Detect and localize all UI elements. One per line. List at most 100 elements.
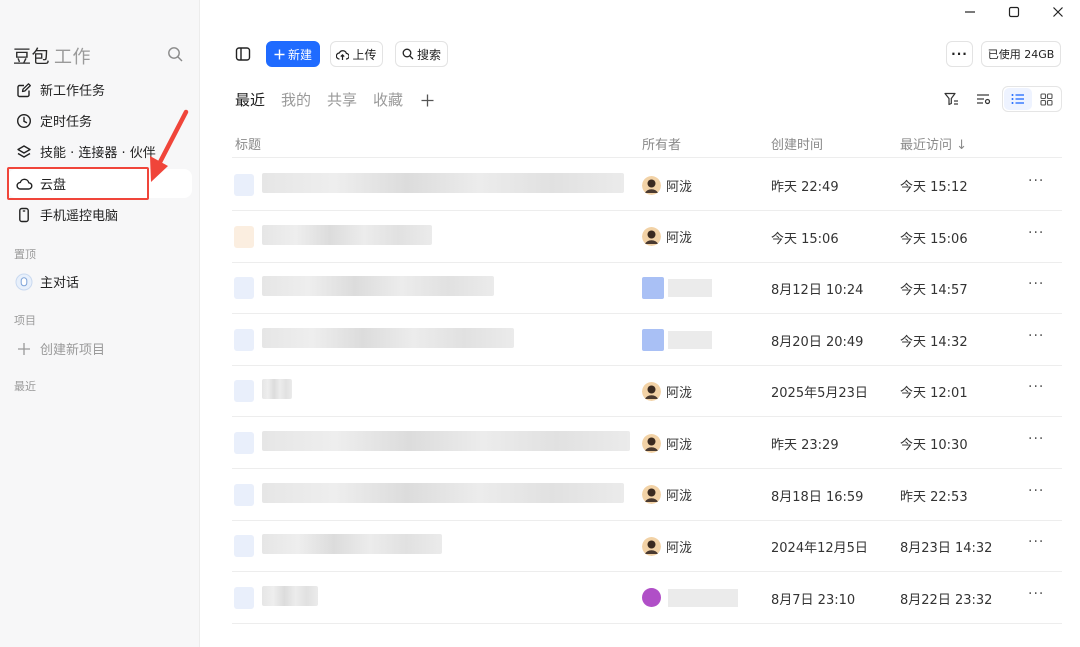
file-icon [234,586,254,609]
sidebar-item-scheduled[interactable]: 定时任务 [8,106,192,135]
column-owner[interactable]: 所有者 [642,134,681,153]
sidebar-search-button[interactable] [167,46,184,67]
column-visited[interactable]: 最近访问 ↓ [900,134,967,153]
column-title[interactable]: 标题 [235,134,261,153]
file-title-redacted[interactable] [262,482,624,503]
table-row[interactable]: 阿泷 今天 15:06 今天 15:06 ··· [232,211,1062,263]
clock-icon [15,112,33,130]
sidebar-item-new-task[interactable]: 新工作任务 [8,75,192,104]
sidebar-item-main-chat[interactable]: 主对话 [8,267,192,296]
sidebar-item-label: 主对话 [40,276,80,291]
recent-section-label: 最近 [14,380,36,393]
storage-usage-badge[interactable]: 已使用 24GB [981,41,1061,67]
row-more-button[interactable]: ··· [1028,328,1044,344]
tab-recent[interactable]: 最近 [235,89,265,110]
row-more-button[interactable]: ··· [1028,483,1044,499]
create-project-button[interactable]: 创建新项目 [8,334,192,363]
tab-mine[interactable]: 我的 [281,89,311,110]
last-visited-time: 昨天 22:53 [900,489,968,505]
sidebar-item-phone-remote[interactable]: 手机遥控电脑 [8,200,192,229]
file-title-redacted[interactable] [262,431,630,451]
row-more-button[interactable]: ··· [1028,379,1044,395]
avatar [642,227,661,247]
last-visited-time: 8月22日 23:32 [900,592,993,608]
row-more-button[interactable]: ··· [1028,534,1044,550]
sidebar-item-cloud-drive[interactable]: 云盘 [8,169,192,198]
file-title-redacted[interactable] [262,585,318,606]
file-title-redacted[interactable] [262,379,292,400]
last-visited-time: 8月23日 14:32 [900,541,993,557]
table-row[interactable]: 阿泷 昨天 22:49 今天 15:12 ··· [232,159,1062,211]
owner-name: 阿泷 [666,179,693,195]
owner-cell: 阿泷 [642,211,692,263]
created-time: 2024年12月5日 [771,541,868,557]
sort-settings-icon [976,94,990,105]
pinned-section-label: 置顶 [14,248,36,261]
owner-cell: 阿泷 [642,417,692,469]
row-more-button[interactable]: ··· [1028,276,1044,292]
file-title-redacted[interactable] [262,173,624,193]
row-more-button[interactable]: ··· [1028,173,1044,189]
owner-name: 阿泷 [666,437,693,453]
sidebar: 豆包 工作 新工作任务 定时任务 技能 · 连接器 · 伙伴 云盘 手机遥控电脑… [0,0,200,647]
last-visited-time: 今天 15:12 [900,180,968,195]
owner-name: 阿泷 [666,231,693,247]
row-more-button[interactable]: ··· [1028,586,1044,602]
row-more-button[interactable]: ··· [1028,431,1044,447]
file-title-redacted[interactable] [262,534,442,555]
filter-icon [943,92,958,106]
storage-usage-label: 已使用 24GB [987,48,1055,61]
list-view-button[interactable] [1004,88,1032,110]
table-row[interactable]: 阿泷 2024年12月5日 8月23日 14:32 ··· [232,520,1062,573]
view-tools [932,86,1062,112]
file-icon [234,483,254,506]
table-row[interactable]: 阿泷 昨天 23:29 今天 10:30 ··· [232,417,1062,469]
upload-icon [336,48,350,61]
toggle-sidebar-button[interactable] [230,41,256,67]
more-options-button[interactable]: ··· [946,41,973,67]
table-row[interactable]: 阿泷 2025年5月23日 今天 12:01 ··· [232,365,1062,418]
file-icon [234,225,254,248]
avatar [642,175,661,195]
layers-icon [15,143,33,161]
column-created[interactable]: 创建时间 [771,134,823,153]
owner-name-redacted [668,279,712,298]
cloud-icon [15,175,33,193]
owner-name-redacted [668,330,712,349]
table-row[interactable]: 8月12日 10:24 今天 14:57 ··· [232,262,1062,315]
avatar [642,588,661,608]
file-title-redacted[interactable] [262,224,432,245]
search-button[interactable]: 搜索 [395,41,448,67]
upload-button[interactable]: 上传 [330,41,383,67]
projects-section-label: 项目 [14,314,36,327]
created-time: 8月12日 10:24 [771,283,864,299]
sidebar-item-label: 云盘 [40,178,67,193]
sidebar-item-label: 定时任务 [40,115,93,130]
created-time: 昨天 22:49 [771,180,839,195]
created-time: 今天 15:06 [771,231,839,247]
table-row[interactable]: 8月20日 20:49 今天 14:32 ··· [232,314,1062,366]
file-title-redacted[interactable] [262,276,494,297]
sort-settings-button[interactable] [970,87,996,111]
tab-shared[interactable]: 共享 [327,89,357,110]
tab-favorites[interactable]: 收藏 [373,89,403,110]
file-icon [234,380,254,403]
table-row[interactable]: 阿泷 8月18日 16:59 昨天 22:53 ··· [232,469,1062,521]
last-visited-time: 今天 12:01 [900,386,968,402]
sidebar-item-skills[interactable]: 技能 · 连接器 · 伙伴 [8,137,192,166]
row-more-button[interactable]: ··· [1028,225,1044,241]
owner-name: 阿泷 [666,489,693,505]
add-tab-button[interactable] [421,92,434,108]
phone-icon [15,206,33,224]
brand-title: 豆包 工作 [13,43,91,69]
filter-button[interactable] [938,87,964,111]
new-button[interactable]: 新建 [266,41,320,67]
owner-cell: 阿泷 [642,520,692,572]
grid-view-button[interactable] [1032,88,1060,110]
owner-cell: 阿泷 [642,365,692,417]
file-icon [234,432,254,454]
sidebar-item-label: 手机遥控电脑 [40,209,119,224]
table-row[interactable]: 8月7日 23:10 8月22日 23:32 ··· [232,572,1062,624]
file-title-redacted[interactable] [262,327,514,348]
create-project-label: 创建新项目 [40,343,106,358]
